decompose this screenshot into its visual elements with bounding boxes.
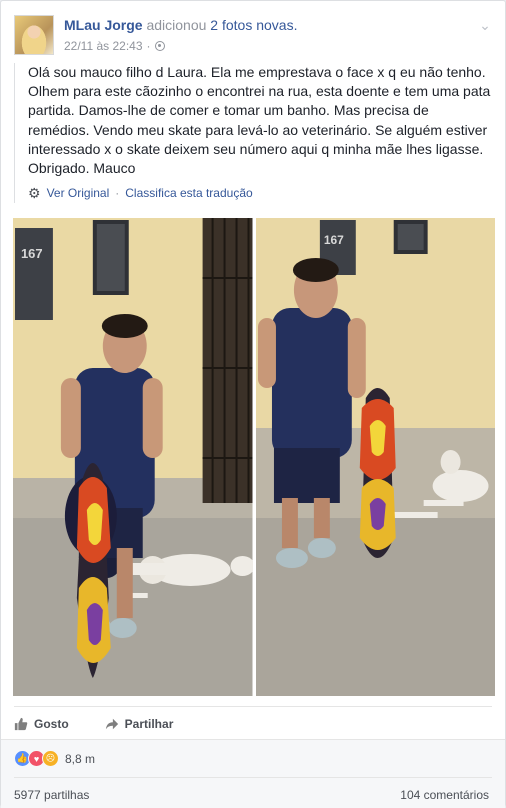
globe-icon[interactable] (154, 41, 165, 51)
author-line: MLau Jorge adicionou 2 fotos novas. (64, 17, 297, 33)
reactions-summary[interactable]: 👍 ♥ ☹ 8,8 m (14, 750, 95, 767)
reactions-count: 8,8 m (65, 751, 96, 766)
like-label: Gosto (34, 716, 69, 731)
action-text: adicionou 2 fotos novas. (146, 17, 297, 33)
photo-2[interactable]: 167 (255, 218, 495, 696)
like-button[interactable]: Gosto (14, 715, 69, 731)
share-button[interactable]: Partilhar (105, 715, 174, 731)
photo-2-image: 167 (255, 218, 495, 696)
photo-2-house-number: 167 (323, 233, 343, 247)
action-bar: Gosto Partilhar (14, 706, 492, 738)
post-header: MLau Jorge adicionou 2 fotos novas. 22/1… (14, 13, 493, 57)
stats-divider (14, 777, 492, 778)
meta-separator: · (146, 39, 151, 53)
author-avatar[interactable] (14, 15, 54, 55)
thumbs-up-icon (14, 717, 28, 730)
author-name-link[interactable]: MLau Jorge (64, 17, 143, 33)
share-label: Partilhar (124, 716, 174, 731)
feed-post: MLau Jorge adicionou 2 fotos novas. 22/1… (0, 0, 506, 808)
post-text-block: Olá sou mauco filho d Laura. Ela me empr… (14, 63, 494, 204)
reactions-panel: 👍 ♥ ☹ 8,8 m 5977 partilhas 104 comentári… (1, 739, 505, 808)
chevron-down-icon[interactable]: ⌄ (477, 17, 493, 33)
rate-translation-link[interactable]: Classifica esta tradução (125, 184, 252, 203)
translation-separator: · (115, 186, 120, 201)
photo-grid: 167 167 (13, 218, 495, 696)
photo-1-image: 167 (13, 218, 253, 696)
action-prefix: adicionou (146, 17, 207, 33)
share-arrow-icon (105, 718, 118, 729)
post-meta: 22/11 às 22:43 · (64, 39, 165, 53)
post-timestamp[interactable]: 22/11 às 22:43 (64, 39, 143, 53)
gear-icon[interactable]: ⚙ (28, 184, 41, 203)
photo-1-house-number: 167 (21, 246, 43, 261)
see-original-link[interactable]: Ver Original (47, 184, 110, 203)
comments-count-link[interactable]: 104 comentários (400, 788, 489, 802)
photos-link[interactable]: 2 fotos novas. (210, 17, 297, 33)
translation-bar: ⚙ Ver Original · Classifica esta traduçã… (28, 184, 494, 203)
post-body: Olá sou mauco filho d Laura. Ela me empr… (28, 64, 491, 177)
sad-icon: ☹ (42, 750, 59, 767)
photo-1[interactable]: 167 (13, 218, 253, 696)
shares-count-link[interactable]: 5977 partilhas (14, 788, 89, 802)
